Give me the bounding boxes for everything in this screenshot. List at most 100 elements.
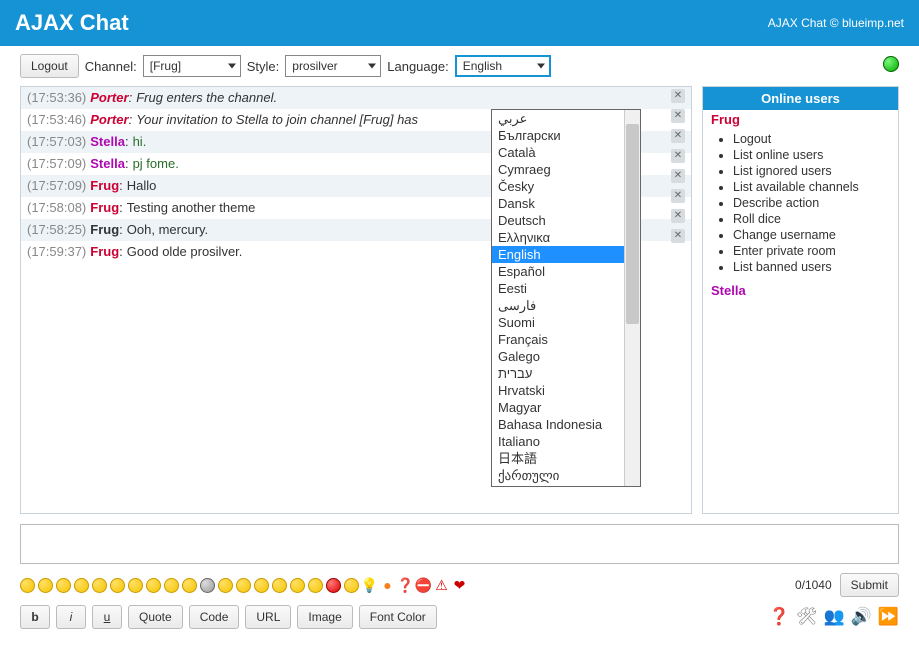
language-option[interactable]: עברית: [492, 365, 624, 382]
online-user-stella[interactable]: Stella: [703, 281, 898, 300]
language-option[interactable]: Suomi: [492, 314, 624, 331]
message-user[interactable]: Frug: [90, 199, 119, 217]
delete-message-icon[interactable]: ✕: [671, 169, 685, 183]
user-menu-item[interactable]: Change username: [733, 227, 898, 243]
language-option[interactable]: Español: [492, 263, 624, 280]
language-dropdown[interactable]: عربيБългарскиCatalàCymraegČeskyDanskDeut…: [491, 109, 641, 487]
emoji-kiss-icon[interactable]: [290, 578, 305, 593]
delete-message-icon[interactable]: ✕: [671, 109, 685, 123]
message-user[interactable]: Frug: [90, 221, 119, 239]
bbcode-url-button[interactable]: URL: [245, 605, 291, 629]
user-menu-item[interactable]: Logout: [733, 131, 898, 147]
language-option[interactable]: Magyar: [492, 399, 624, 416]
user-menu-item[interactable]: List ignored users: [733, 163, 898, 179]
emoji-devil-icon[interactable]: [326, 578, 341, 593]
emoji-noentry-icon[interactable]: ⛔: [416, 578, 431, 593]
language-option[interactable]: Български: [492, 127, 624, 144]
bbcode-italic-button[interactable]: i: [56, 605, 86, 629]
emoji-heart-icon[interactable]: ❤: [452, 578, 467, 593]
settings-icon[interactable]: 🛠: [796, 607, 818, 627]
emoji-grin-icon[interactable]: [74, 578, 89, 593]
language-option[interactable]: ქართული: [492, 467, 624, 484]
emoji-confused-icon[interactable]: [236, 578, 251, 593]
user-menu-item[interactable]: List available channels: [733, 179, 898, 195]
language-option[interactable]: Eesti: [492, 280, 624, 297]
emoji-bulb-icon[interactable]: 💡: [362, 578, 377, 593]
emoji-question-icon[interactable]: ❓: [398, 578, 413, 593]
bbcode-quote-button[interactable]: Quote: [128, 605, 183, 629]
emoji-neutral-icon[interactable]: [38, 578, 53, 593]
message-text: hi.: [133, 133, 147, 151]
bbcode-fontcolor-button[interactable]: Font Color: [359, 605, 437, 629]
language-option[interactable]: Cymraeg: [492, 161, 624, 178]
emoji-blush-icon[interactable]: [272, 578, 287, 593]
emoji-info-icon[interactable]: ●: [380, 578, 395, 593]
status-indicator-icon[interactable]: [883, 56, 899, 72]
emoji-warning-icon[interactable]: ⚠: [434, 578, 449, 593]
user-menu-item[interactable]: Roll dice: [733, 211, 898, 227]
user-menu-item[interactable]: List banned users: [733, 259, 898, 275]
emoji-wink-icon[interactable]: [182, 578, 197, 593]
bbcode-image-button[interactable]: Image: [297, 605, 352, 629]
language-option[interactable]: Français: [492, 331, 624, 348]
logout-button[interactable]: Logout: [20, 54, 79, 78]
user-menu-item[interactable]: Describe action: [733, 195, 898, 211]
message-user[interactable]: Porter: [90, 111, 128, 129]
message-user[interactable]: Stella: [90, 155, 125, 173]
submit-button[interactable]: Submit: [840, 573, 899, 597]
delete-message-icon[interactable]: ✕: [671, 129, 685, 143]
language-option[interactable]: Galego: [492, 348, 624, 365]
language-option[interactable]: Česky: [492, 178, 624, 195]
message-user[interactable]: Stella: [90, 133, 125, 151]
language-option[interactable]: Dansk: [492, 195, 624, 212]
delete-message-icon[interactable]: ✕: [671, 89, 685, 103]
language-option[interactable]: Italiano: [492, 433, 624, 450]
language-option[interactable]: 한글: [492, 484, 624, 486]
dropdown-scrollbar[interactable]: [624, 110, 640, 486]
emoji-shades-icon[interactable]: [218, 578, 233, 593]
emoji-cry-icon[interactable]: [146, 578, 161, 593]
emoji-sad-icon[interactable]: [56, 578, 71, 593]
emoji-angel-icon[interactable]: [308, 578, 323, 593]
dropdown-scrollbar-thumb[interactable]: [626, 124, 639, 324]
language-option[interactable]: 日本語: [492, 450, 624, 467]
delete-message-icon[interactable]: ✕: [671, 229, 685, 243]
user-menu-item[interactable]: List online users: [733, 147, 898, 163]
emoji-worried-icon[interactable]: [110, 578, 125, 593]
autoscroll-icon[interactable]: ⏩: [878, 607, 899, 627]
channel-select[interactable]: [Frug]: [143, 55, 241, 77]
app-credit[interactable]: AJAX Chat © blueimp.net: [768, 16, 904, 30]
user-menu-item[interactable]: Enter private room: [733, 243, 898, 259]
online-user-frug[interactable]: Frug: [703, 110, 898, 129]
emoji-surprised-icon[interactable]: [164, 578, 179, 593]
language-option[interactable]: English: [492, 246, 624, 263]
language-select[interactable]: English: [455, 55, 551, 77]
message-user[interactable]: Porter: [90, 89, 128, 107]
bbcode-bold-button[interactable]: b: [20, 605, 50, 629]
sound-icon[interactable]: 🔊: [851, 607, 872, 627]
language-option[interactable]: Ελληνικα: [492, 229, 624, 246]
language-option[interactable]: Català: [492, 144, 624, 161]
language-option[interactable]: فارسی: [492, 297, 624, 314]
language-option[interactable]: Hrvatski: [492, 382, 624, 399]
bbcode-underline-button[interactable]: u: [92, 605, 122, 629]
language-option[interactable]: عربي: [492, 110, 624, 127]
message-user[interactable]: Frug: [90, 177, 119, 195]
help-icon[interactable]: ❓: [769, 607, 790, 627]
delete-message-icon[interactable]: ✕: [671, 189, 685, 203]
delete-message-icon[interactable]: ✕: [671, 149, 685, 163]
users-icon[interactable]: 👥: [823, 607, 844, 627]
message-input[interactable]: [20, 524, 899, 564]
emoji-sick-icon[interactable]: [344, 578, 359, 593]
emoji-cool-icon[interactable]: [200, 578, 215, 593]
language-option[interactable]: Deutsch: [492, 212, 624, 229]
delete-message-icon[interactable]: ✕: [671, 209, 685, 223]
emoji-smile-icon[interactable]: [20, 578, 35, 593]
language-option[interactable]: Bahasa Indonesia: [492, 416, 624, 433]
bbcode-code-button[interactable]: Code: [189, 605, 240, 629]
emoji-tongue-icon[interactable]: [128, 578, 143, 593]
emoji-sleep-icon[interactable]: [254, 578, 269, 593]
emoji-laugh-icon[interactable]: [92, 578, 107, 593]
style-select[interactable]: prosilver: [285, 55, 381, 77]
message-user[interactable]: Frug: [90, 243, 119, 261]
